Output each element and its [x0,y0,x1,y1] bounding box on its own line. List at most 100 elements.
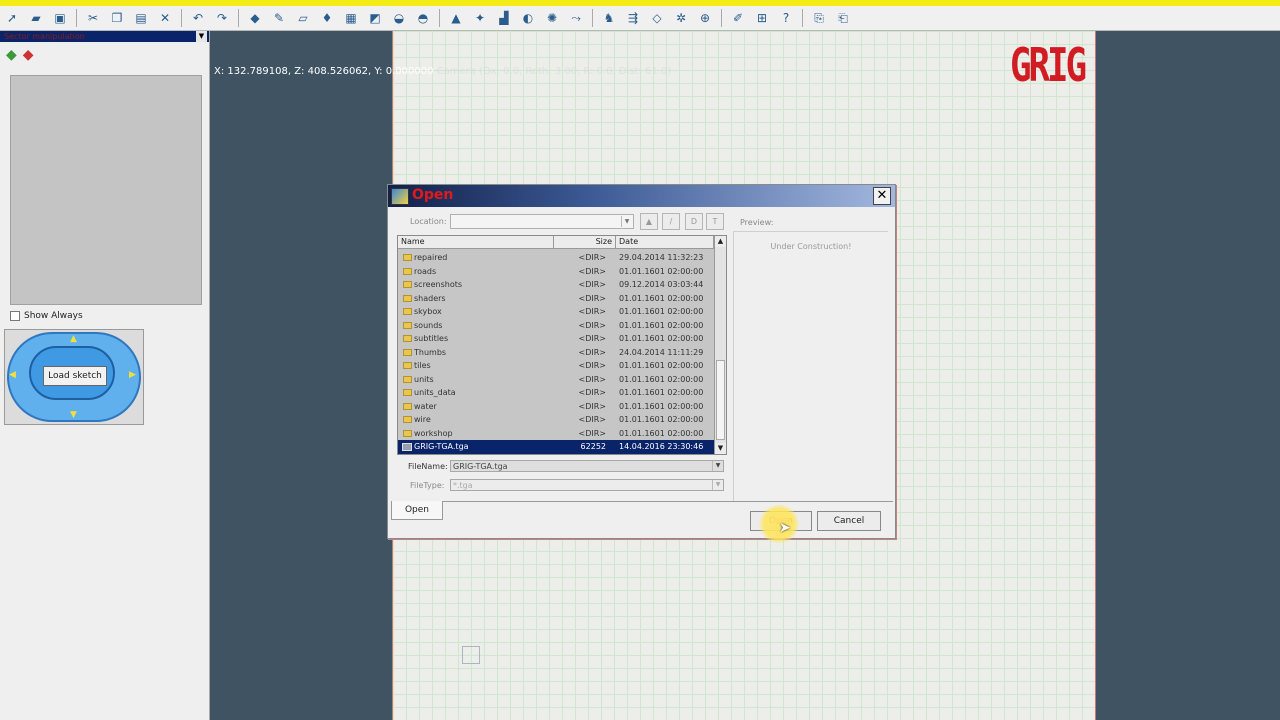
file-row[interactable]: shaders <DIR> 01.01.1601 02:00:00 [398,292,714,306]
open-folder-icon[interactable]: ▰ [26,8,46,28]
file-size: <DIR> [578,388,606,397]
scroll-down-icon[interactable]: ▼ [715,443,726,454]
layer-icon[interactable]: ◓ [413,8,433,28]
column-header-date[interactable]: Date [616,236,714,248]
arrow-left-icon[interactable]: ◀ [9,370,16,380]
navigation-widget: ▲ ▼ ◀ ▶ Load sketch [4,329,144,425]
file-row[interactable]: tiles <DIR> 01.01.1601 02:00:00 [398,359,714,373]
file-list-header: Name Size Date [398,236,714,249]
grid-icon[interactable]: ▦ [341,8,361,28]
delete-icon[interactable]: ✕ [155,8,175,28]
pointer-icon[interactable]: ➚ [2,8,22,28]
tree-icon[interactable]: ▲ [446,8,466,28]
undo-icon[interactable]: ↶ [188,8,208,28]
file-date: 09.12.2014 03:03:44 [619,280,704,289]
unit-icon[interactable]: ♞ [599,8,619,28]
show-always-label: Show Always [24,311,83,321]
file-size: <DIR> [578,361,606,370]
paste-icon[interactable]: ▤ [131,8,151,28]
water-icon[interactable]: ◒ [389,8,409,28]
arrow-right-icon[interactable]: ▶ [129,370,136,380]
file-date: 01.01.1601 02:00:00 [619,361,704,370]
marker-icon[interactable]: ♦ [317,8,337,28]
brush-icon[interactable]: ✎ [269,8,289,28]
file-row[interactable]: skybox <DIR> 01.01.1601 02:00:00 [398,305,714,319]
file-date: 24.04.2014 11:11:29 [619,347,704,357]
file-row[interactable]: screenshots <DIR> 09.12.2014 03:03:44 [398,278,714,292]
chevron-down-icon[interactable]: ▼ [712,461,723,471]
save-icon[interactable]: ▣ [50,8,70,28]
file-name: GRIG-TGA.tga [414,442,469,451]
area-icon[interactable]: ◇ [647,8,667,28]
close-icon[interactable]: ✕ [873,187,891,205]
cut-icon[interactable]: ✂ [83,8,103,28]
copy-icon[interactable]: ❐ [107,8,127,28]
building-icon[interactable]: ▟ [494,8,514,28]
road-icon[interactable]: ⤳ [566,8,586,28]
scroll-up-icon[interactable]: ▲ [715,236,726,247]
file-row[interactable]: units <DIR> 01.01.1601 02:00:00 [398,373,714,387]
file-size: <DIR> [578,307,606,316]
filetype-value: *.tga [453,481,473,490]
folder-icon [403,362,412,369]
column-header-size[interactable]: Size [554,236,616,248]
path-icon[interactable]: ⇶ [623,8,643,28]
chevron-down-icon[interactable]: ▼ [712,480,723,490]
target-icon[interactable]: ⊕ [695,8,715,28]
filename-input[interactable]: GRIG-TGA.tga ▼ [450,460,724,472]
file-date: 29.04.2014 11:32:23 [619,253,704,262]
cancel-button[interactable]: Cancel [817,511,881,531]
file-list[interactable]: Name Size Date repaired <DIR> 29.04.2014 1… [397,235,727,455]
file-row[interactable]: units_data <DIR> 01.01.1601 02:00:00 [398,386,714,400]
redo-icon[interactable]: ↷ [212,8,232,28]
up-folder-icon[interactable]: ▲ [640,213,658,230]
toolbar-separator [181,9,182,27]
file-row[interactable]: roads <DIR> 01.01.1601 02:00:00 [398,265,714,279]
detail-view-icon[interactable]: T [706,213,724,230]
arrow-up-icon[interactable]: ▲ [70,334,77,344]
chevron-down-icon[interactable]: ▼ [196,31,207,42]
scroll-thumb[interactable] [716,360,725,440]
file-row[interactable]: sounds <DIR> 01.01.1601 02:00:00 [398,319,714,333]
folder-icon [403,267,412,275]
file-list-scrollbar[interactable]: ▲ ▼ [714,236,726,454]
panel-title: Sector manipulation [4,32,85,41]
file-size: <DIR> [578,347,606,357]
file-row[interactable]: workshop <DIR> 01.01.1601 02:00:00 [398,427,714,441]
column-header-name[interactable]: Name [398,236,554,248]
file-row[interactable]: wire <DIR> 01.01.1601 02:00:00 [398,413,714,427]
effect-icon[interactable]: ✺ [542,8,562,28]
load-sketch-button[interactable]: Load sketch [43,366,107,386]
file-name: units [414,374,434,384]
file-row[interactable]: subtitles <DIR> 01.01.1601 02:00:00 [398,332,714,346]
export-icon[interactable]: ⎘ [809,8,829,28]
trigger-icon[interactable]: ⊞ [752,8,772,28]
show-always-row[interactable]: Show Always [10,311,83,321]
coordinates-text: X: 132.789108, Z: 408.526062, Y: 0.00000… [214,66,434,77]
filetype-select[interactable]: *.tga ▼ [450,479,724,491]
new-folder-icon[interactable]: / [662,213,680,230]
show-always-checkbox[interactable] [10,311,20,321]
file-name: repaired [414,253,448,262]
file-row[interactable]: Thumbs <DIR> 24.04.2014 11:11:29 [398,346,714,360]
group-icon[interactable]: ✲ [671,8,691,28]
script-icon[interactable]: ✐ [728,8,748,28]
object-icon[interactable]: ✦ [470,8,490,28]
import-icon[interactable]: ⎗ [833,8,853,28]
chevron-down-icon[interactable]: ▼ [621,216,632,227]
texture-icon[interactable]: ◩ [365,8,385,28]
add-layer-icon[interactable]: ◆ [6,47,17,63]
file-date: 14.04.2016 23:30:46 [619,442,704,451]
location-combo[interactable]: ▼ [450,214,634,229]
rock-icon[interactable]: ◐ [518,8,538,28]
file-row[interactable]: water <DIR> 01.01.1601 02:00:00 [398,400,714,414]
tab-open[interactable]: Open [391,501,443,520]
arrow-down-icon[interactable]: ▼ [70,410,77,420]
file-row-selected[interactable]: GRIG-TGA.tga 62252 14.04.2016 23:30:46 [398,440,714,454]
ruler-icon[interactable]: ▱ [293,8,313,28]
help-icon[interactable]: ? [776,8,796,28]
file-row[interactable]: repaired <DIR> 29.04.2014 11:32:23 [398,251,714,265]
terrain-icon[interactable]: ◆ [245,8,265,28]
list-view-icon[interactable]: D [685,213,703,230]
remove-layer-icon[interactable]: ◆ [23,47,34,63]
